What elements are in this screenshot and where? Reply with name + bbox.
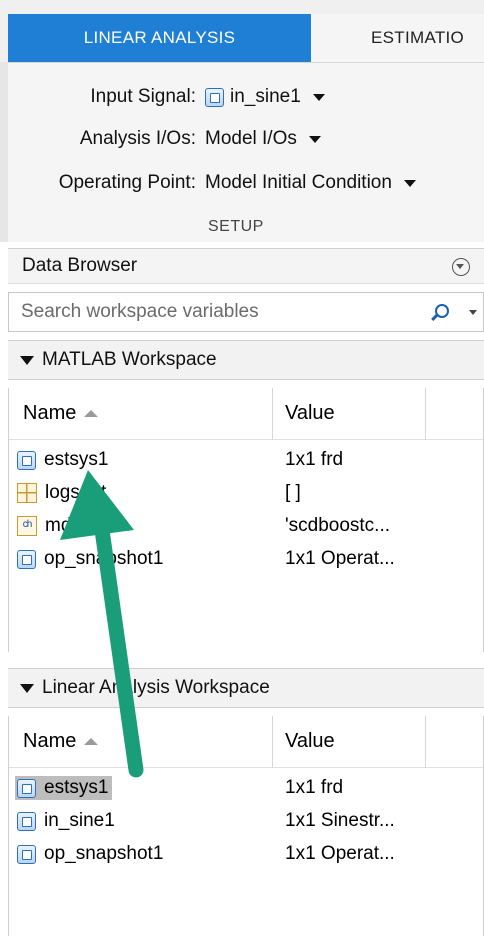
sort-ascending-icon: [84, 738, 99, 745]
variable-value: 1x1 Sinestr...: [285, 810, 395, 831]
variable-name: op_snapshot1: [44, 548, 164, 569]
operating-point-label: Operating Point:: [58, 172, 196, 193]
system-icon: [17, 450, 36, 470]
variable-name: op_snapshot1: [44, 843, 164, 864]
analysis-ios-value: Model I/Os: [205, 128, 297, 149]
variable-value: [ ]: [285, 482, 301, 503]
table-row[interactable]: op_snapshot1 1x1 Operat...: [9, 838, 483, 872]
operating-point-row: Operating Point: Model Initial Condition: [8, 167, 484, 199]
tab-linear-analysis[interactable]: LINEAR ANALYSIS: [8, 14, 311, 62]
value-column-header[interactable]: Value: [285, 402, 335, 425]
system-icon: [205, 87, 224, 107]
linear-analysis-workspace-table: Name Value estsys1 1x1 frd in_sine1 1x1 …: [8, 716, 484, 936]
system-icon: [17, 549, 36, 569]
operating-point-value: Model Initial Condition: [205, 172, 392, 193]
column-divider[interactable]: [425, 388, 426, 440]
matlab-workspace-table: Name Value estsys1 1x1 frd logsout [ ] c…: [8, 388, 484, 652]
data-browser-header: Data Browser: [8, 248, 484, 284]
search-icon[interactable]: [435, 304, 449, 318]
search-input[interactable]: [9, 301, 409, 323]
table-row[interactable]: in_sine1 1x1 Sinestr...: [9, 805, 483, 839]
analysis-ios-label: Analysis I/Os:: [79, 128, 196, 149]
variable-value: 'scdboostc...: [285, 515, 391, 536]
name-column-label: Name: [23, 730, 77, 752]
variable-name: mdl: [45, 515, 76, 536]
tab-bar: LINEAR ANALYSIS ESTIMATIO: [0, 0, 484, 62]
variable-name: in_sine1: [44, 810, 115, 831]
matlab-workspace-title: MATLAB Workspace: [42, 349, 217, 370]
collapse-triangle-icon: [20, 683, 34, 693]
name-column-header[interactable]: Name: [23, 730, 99, 753]
chevron-down-icon: [312, 93, 325, 101]
system-icon: [17, 811, 36, 831]
expand-menu-icon[interactable]: [452, 258, 470, 276]
input-signal-value: in_sine1: [230, 86, 301, 107]
ribbon-left-strip: [0, 62, 8, 242]
system-icon: [17, 778, 36, 798]
table-icon: [17, 483, 37, 503]
chevron-down-icon: [308, 135, 321, 143]
variable-name: estsys1: [44, 449, 109, 470]
setup-section-label: SETUP: [208, 218, 264, 235]
char-icon: ch: [17, 516, 37, 536]
search-options-chevron-icon[interactable]: [469, 310, 477, 315]
column-divider[interactable]: [272, 388, 273, 440]
tab-estimation[interactable]: ESTIMATIO: [311, 14, 484, 62]
value-column-header[interactable]: Value: [285, 730, 335, 753]
variable-value: 1x1 frd: [285, 777, 344, 798]
chevron-down-icon: [403, 179, 416, 187]
system-icon: [17, 844, 36, 864]
table-header: Name Value: [9, 716, 483, 768]
table-row[interactable]: estsys1 1x1 frd: [9, 444, 483, 478]
matlab-workspace-header[interactable]: MATLAB Workspace: [8, 340, 484, 380]
name-column-header[interactable]: Name: [23, 402, 99, 425]
table-row[interactable]: logsout [ ]: [9, 477, 483, 511]
table-row[interactable]: ch mdl 'scdboostc...: [9, 510, 483, 544]
analysis-ios-dropdown[interactable]: Model I/Os: [205, 128, 321, 150]
setup-ribbon: Input Signal: in_sine1 Analysis I/Os: Mo…: [8, 62, 484, 242]
variable-value: 1x1 frd: [285, 449, 344, 470]
table-row[interactable]: op_snapshot1 1x1 Operat...: [9, 543, 483, 577]
table-header: Name Value: [9, 388, 483, 440]
analysis-ios-row: Analysis I/Os: Model I/Os: [8, 123, 484, 155]
operating-point-dropdown[interactable]: Model Initial Condition: [205, 172, 416, 194]
input-signal-label: Input Signal:: [90, 86, 196, 107]
collapse-triangle-icon: [20, 355, 34, 365]
variable-name: logsout: [45, 482, 107, 503]
name-column-label: Name: [23, 402, 77, 424]
data-browser-title: Data Browser: [22, 255, 138, 276]
sort-ascending-icon: [84, 410, 99, 417]
linear-analysis-workspace-title: Linear Analysis Workspace: [42, 677, 270, 698]
variable-value: 1x1 Operat...: [285, 843, 395, 864]
variable-value: 1x1 Operat...: [285, 548, 395, 569]
linear-analysis-workspace-header[interactable]: Linear Analysis Workspace: [8, 668, 484, 708]
input-signal-row: Input Signal: in_sine1: [8, 81, 484, 113]
column-divider[interactable]: [425, 716, 426, 768]
input-signal-dropdown[interactable]: in_sine1: [205, 86, 325, 108]
variable-name: estsys1: [44, 777, 109, 798]
table-row[interactable]: estsys1 1x1 frd: [9, 772, 483, 806]
workspace-search: [8, 292, 484, 332]
column-divider[interactable]: [272, 716, 273, 768]
